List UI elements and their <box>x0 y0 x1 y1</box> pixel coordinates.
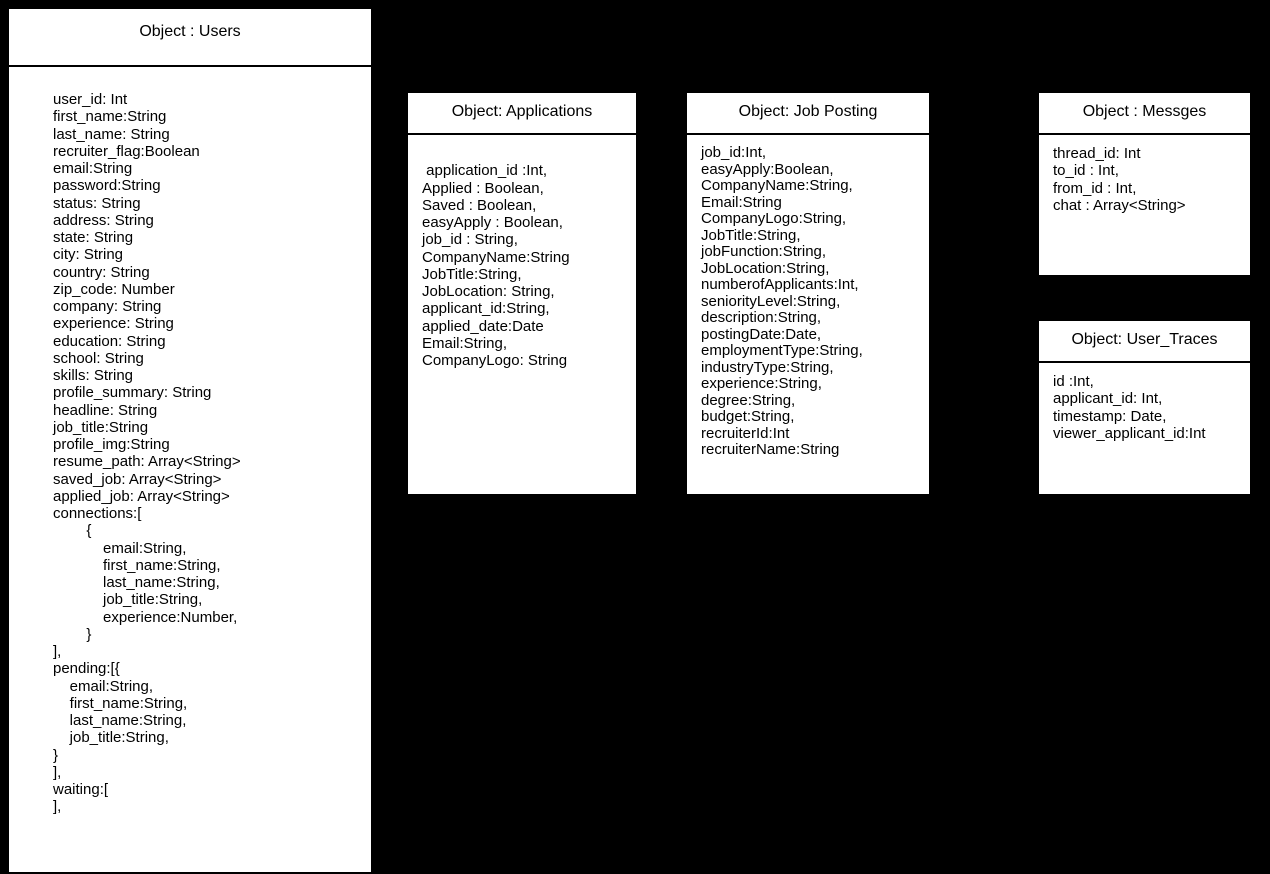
object-messages-title: Object : Messges <box>1039 93 1250 135</box>
object-applications-body: application_id :Int, Applied : Boolean, … <box>408 135 636 379</box>
object-usertraces-box: Object: User_Traces id :Int, applicant_i… <box>1037 319 1252 496</box>
object-users-body: user_id: Int first_name:String last_name… <box>9 67 371 826</box>
object-users-title: Object : Users <box>9 9 371 67</box>
object-users-box: Object : Users user_id: Int first_name:S… <box>7 7 373 874</box>
object-usertraces-body: id :Int, applicant_id: Int, timestamp: D… <box>1039 363 1250 452</box>
object-usertraces-title: Object: User_Traces <box>1039 321 1250 363</box>
object-jobposting-body: job_id:Int, easyApply:Boolean, CompanyNa… <box>687 135 929 469</box>
object-applications-title: Object: Applications <box>408 93 636 135</box>
object-applications-box: Object: Applications application_id :Int… <box>406 91 638 496</box>
object-messages-box: Object : Messges thread_id: Int to_id : … <box>1037 91 1252 277</box>
object-jobposting-title: Object: Job Posting <box>687 93 929 135</box>
object-jobposting-box: Object: Job Posting job_id:Int, easyAppl… <box>685 91 931 496</box>
object-messages-body: thread_id: Int to_id : Int, from_id : In… <box>1039 135 1250 224</box>
